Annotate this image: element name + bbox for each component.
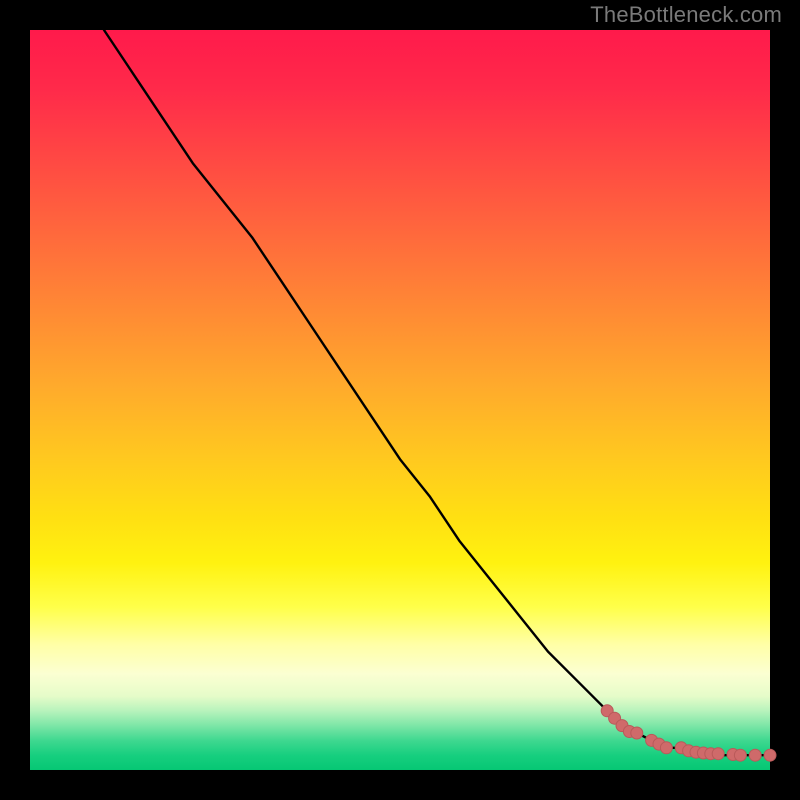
scatter-point	[764, 749, 776, 761]
chart-overlay	[30, 30, 770, 770]
scatter-point	[749, 749, 761, 761]
bottleneck-curve-line	[104, 30, 770, 755]
scatter-point	[660, 742, 672, 754]
plot-area	[30, 30, 770, 770]
scatter-point	[631, 727, 643, 739]
scatter-point	[734, 749, 746, 761]
chart-frame: TheBottleneck.com	[0, 0, 800, 800]
scatter-markers	[601, 705, 776, 761]
scatter-point	[712, 748, 724, 760]
watermark-text: TheBottleneck.com	[590, 2, 782, 28]
